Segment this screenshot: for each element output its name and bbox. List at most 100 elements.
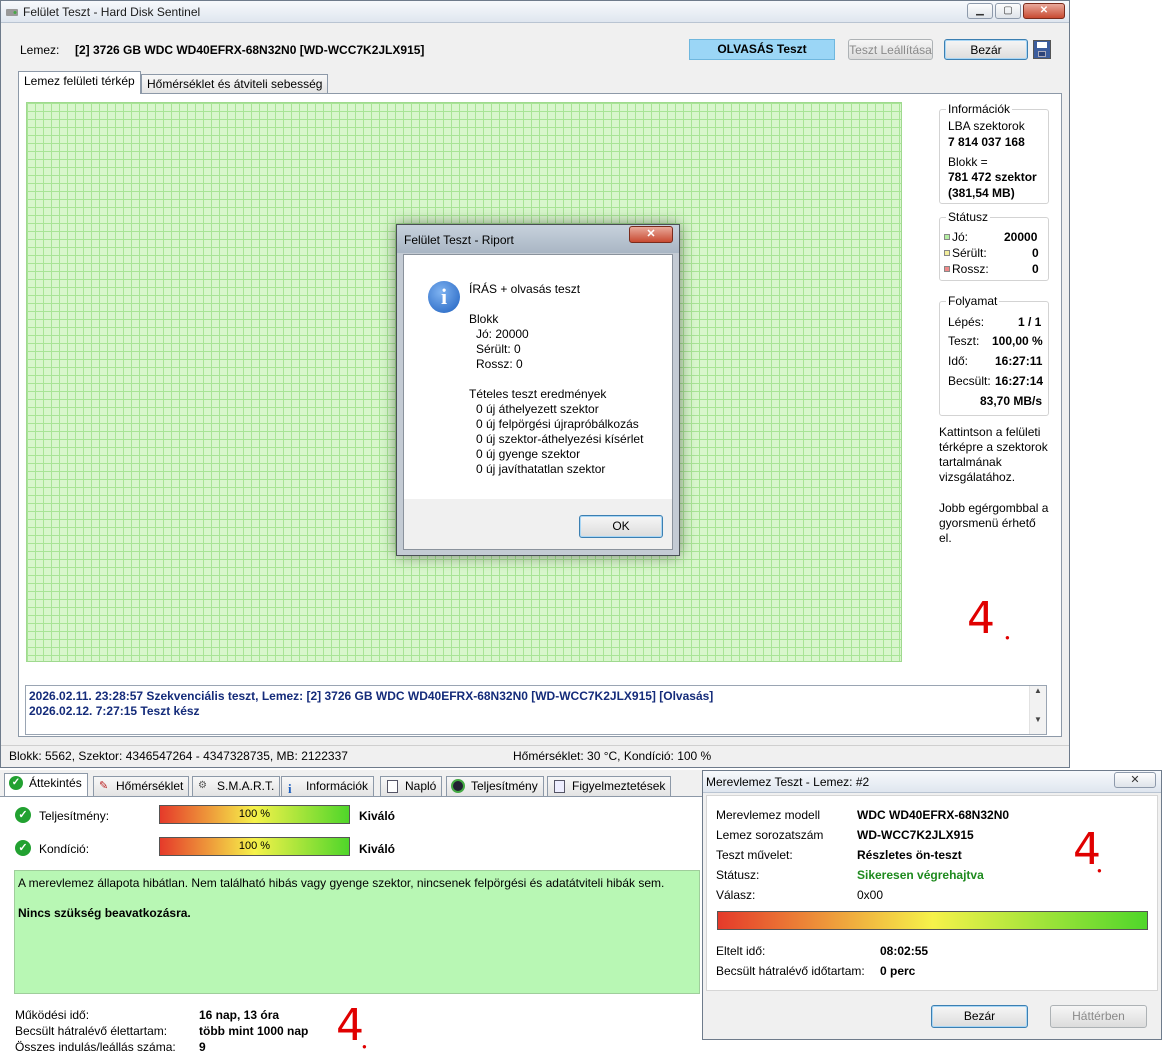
tab-temperature[interactable]: ✎ Hőmérséklet: [93, 776, 190, 796]
main-close-button[interactable]: Bezár: [944, 39, 1028, 60]
info-group: Információk LBA szektorok 7 814 037 168 …: [939, 102, 1049, 204]
performance-pct: 100 %: [238, 808, 271, 820]
tab-warnings[interactable]: Figyelmeztetések: [547, 776, 672, 796]
hint-right-click: Jobb egérgombbal a gyorsmenü érhető el.: [939, 501, 1049, 545]
information-icon: i: [288, 781, 292, 796]
status-message: A merevlemez állapota hibátlan. Nem talá…: [18, 876, 665, 890]
start-stop-label: Összes indulás/leállás száma:: [15, 1040, 176, 1054]
selftest-status-label: Státusz:: [716, 868, 760, 882]
info-title: Információk: [946, 102, 1013, 116]
health-rating: Kiváló: [359, 842, 396, 856]
damaged-value: 0: [1032, 246, 1039, 260]
status-message-bold: Nincs szükség beavatkozásra.: [18, 906, 191, 920]
serial-label: Lemez sorozatszám: [716, 828, 824, 842]
time-value: 16:27:11: [995, 354, 1043, 368]
tab-log[interactable]: Napló: [380, 776, 443, 796]
performance-rating: Kiváló: [359, 809, 396, 823]
health-bar: 100 %: [159, 837, 350, 856]
speed-value: 83,70 MB/s: [980, 394, 1043, 408]
selftest-titlebar[interactable]: Merevlemez Teszt - Lemez: #2 ✕: [703, 771, 1161, 793]
health-ok-icon: ✓: [15, 840, 31, 856]
performance-ok-icon: ✓: [15, 807, 31, 823]
report-close-button[interactable]: ✕: [629, 226, 673, 243]
save-icon[interactable]: [1033, 40, 1051, 59]
selftest-remaining-value: 0 perc: [880, 964, 916, 978]
annotation-4: 4: [967, 593, 995, 644]
block-value: 781 472 szektor: [948, 170, 1037, 184]
model-value: WDC WD40EFRX-68N32N0: [857, 808, 1010, 822]
selftest-remaining-label: Becsült hátralévő időtartam:: [716, 964, 865, 978]
maximize-button[interactable]: ▢: [995, 3, 1021, 19]
log-icon: [387, 780, 398, 793]
selftest-close-btn[interactable]: Bezár: [931, 1005, 1028, 1028]
elapsed-label: Eltelt idő:: [716, 944, 766, 958]
report-content: i ÍRÁS + olvasás teszt Blokk Jó: 20000 Sé…: [404, 255, 672, 499]
close-window-button[interactable]: ✕: [1023, 3, 1065, 19]
log-box: 2026.02.11. 23:28:57 Szekvenciális teszt…: [25, 685, 1047, 735]
report-block-title: Blokk: [469, 312, 499, 326]
selftest-title: Merevlemez Teszt - Lemez: #2: [706, 775, 870, 789]
stop-test-button[interactable]: Teszt Leállítása: [848, 39, 933, 60]
main-statusbar: Blokk: 5562, Szektor: 4346547264 - 43473…: [1, 745, 1069, 767]
step-value: 1 / 1: [1018, 315, 1042, 329]
hint-click: Kattintson a felületi térképre a szektoro…: [939, 425, 1048, 484]
bad-value: 0: [1032, 262, 1039, 276]
report-block-lines: Jó: 20000 Sérült: 0 Rossz: 0: [476, 327, 529, 371]
remaining-life-label: Becsült hátralévő élettartam:: [15, 1024, 168, 1038]
main-titlebar[interactable]: Felület Teszt - Hard Disk Sentinel ▁ ▢ ✕: [1, 1, 1069, 23]
tab-temperature-speed[interactable]: Hőmérséklet és átviteli sebesség: [141, 74, 329, 94]
log-scrollbar[interactable]: ▲ ▼: [1029, 686, 1046, 734]
test-value: 100,00 %: [992, 334, 1043, 348]
main-window-title: Felület Teszt - Hard Disk Sentinel: [23, 5, 201, 19]
minimize-button[interactable]: ▁: [967, 3, 993, 19]
lba-value: 7 814 037 168: [948, 135, 1025, 149]
bottom-panel: ✓ Áttekintés ✎ Hőmérséklet ⚙ S.M.A.R.T. …: [0, 770, 702, 1060]
selftest-progress-bar: [717, 911, 1148, 930]
selftest-status-value: Sikeresen végrehajtva: [857, 868, 984, 882]
model-label: Merevlemez modell: [716, 808, 821, 822]
remaining-life-value: több mint 1000 nap: [199, 1024, 309, 1038]
statusbar-right: Hőmérséklet: 30 °C, Kondíció: 100 %: [513, 749, 712, 763]
progress-title: Folyamat: [946, 294, 1000, 308]
tab-smart[interactable]: ⚙ S.M.A.R.T.: [192, 776, 281, 796]
lba-label: LBA szektorok: [948, 119, 1025, 133]
tab-information[interactable]: i Információk: [281, 776, 375, 796]
ok-button[interactable]: OK: [579, 515, 663, 538]
warnings-icon: [554, 780, 565, 793]
disk-value: [2] 3726 GB WDC WD40EFRX-68N32N0 [WD-WCC…: [75, 43, 425, 57]
block-label: Blokk =: [948, 155, 988, 169]
performance-label: Teljesítmény:: [39, 809, 110, 823]
block-size: (381,54 MB): [948, 186, 1015, 200]
thermometer-icon: ✎: [99, 780, 109, 792]
est-value: 16:27:14: [995, 374, 1044, 388]
uptime-value: 16 nap, 13 óra: [199, 1008, 280, 1022]
log-line: 2026.02.11. 23:28:57 Szekvenciális teszt…: [29, 689, 714, 703]
selftest-close-button[interactable]: ✕: [1114, 772, 1156, 788]
tab-overview[interactable]: ✓ Áttekintés: [4, 773, 88, 796]
report-titlebar[interactable]: Felület Teszt - Riport ✕: [397, 225, 679, 253]
status-message-box: A merevlemez állapota hibátlan. Nem talá…: [14, 870, 700, 994]
reply-value: 0x00: [857, 888, 884, 902]
background-button[interactable]: Háttérben: [1050, 1005, 1147, 1028]
disk-label: Lemez:: [20, 43, 60, 57]
smart-icon: ⚙: [198, 780, 207, 791]
health-pct: 100 %: [238, 840, 271, 852]
reply-label: Válasz:: [716, 888, 756, 902]
mode-badge: OLVASÁS Teszt: [689, 39, 835, 60]
damaged-label: Sérült:: [944, 246, 987, 260]
tab-surface-map[interactable]: Lemez felületi térkép: [18, 71, 141, 94]
tab-performance[interactable]: Teljesítmény: [446, 776, 544, 796]
annotation-dot: ●: [1097, 866, 1102, 875]
start-stop-value: 9: [199, 1040, 206, 1054]
bad-label: Rossz:: [944, 262, 989, 276]
step-label: Lépés:: [948, 315, 985, 329]
operation-label: Teszt művelet:: [716, 848, 793, 862]
statusbar-left: Blokk: 5562, Szektor: 4346547264 - 43473…: [9, 749, 348, 763]
selftest-content: Merevlemez modell WDC WD40EFRX-68N32N0 L…: [706, 795, 1158, 991]
annotation-dot: ●: [1005, 633, 1010, 642]
good-label: Jó:: [944, 230, 968, 244]
test-label: Teszt:: [948, 334, 980, 348]
check-icon: ✓: [9, 776, 23, 790]
selftest-window: Merevlemez Teszt - Lemez: #2 ✕ Merevleme…: [702, 770, 1162, 1040]
log-line: 2026.02.12. 7:27:15 Teszt kész: [29, 704, 200, 718]
